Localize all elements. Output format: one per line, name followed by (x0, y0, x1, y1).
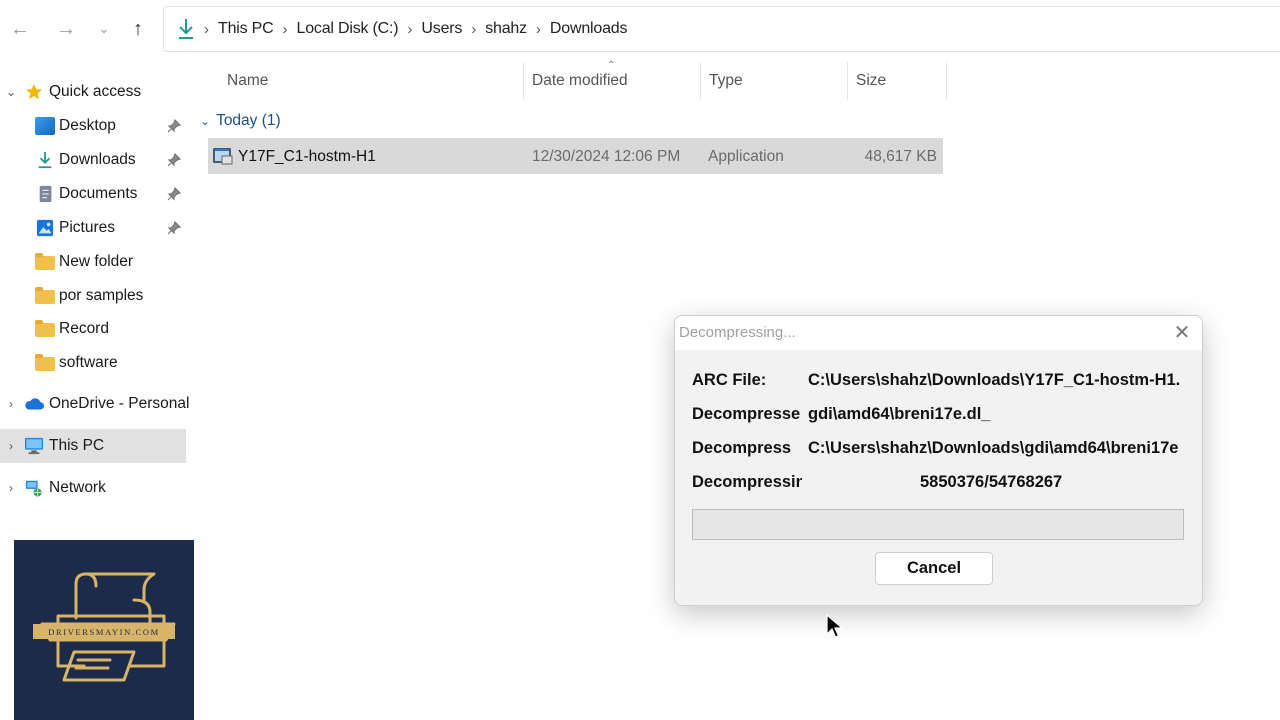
chevron-down-icon: ⌄ (98, 21, 110, 36)
arrow-left-icon: ← (10, 17, 30, 40)
sidebar-label: por samples (59, 287, 144, 304)
logo-text: DRIVERSMAYIN.COM (33, 624, 175, 639)
sidebar-label: Network (49, 479, 106, 496)
decompressing-label: Decompressing (692, 473, 802, 491)
dialog-title: Decompressing... (679, 324, 796, 341)
column-header-size[interactable]: Size (856, 62, 886, 100)
cancel-button[interactable]: Cancel (875, 552, 993, 585)
forward-button[interactable]: → (52, 14, 80, 44)
pin-icon[interactable] (166, 220, 182, 236)
recent-locations-button[interactable]: ⌄ (90, 14, 118, 44)
column-header-type[interactable]: Type (709, 62, 743, 100)
breadcrumb-user[interactable]: shahz (485, 20, 527, 38)
sidebar-item-onedrive[interactable]: › OneDrive - Personal (0, 387, 190, 421)
chevron-right-icon: › (9, 439, 13, 453)
sidebar-item-downloads[interactable]: Downloads (0, 143, 186, 177)
sidebar-label: Documents (59, 185, 138, 202)
address-bar[interactable]: › This PC › Local Disk (C:) › Users › sh… (163, 6, 1280, 52)
chevron-down-icon: ⌄ (5, 85, 17, 99)
folder-icon (35, 287, 55, 304)
column-divider[interactable] (523, 62, 524, 100)
arc-file-value: C:\Users\shahz\Downloads\Y17F_C1-hostm-H… (808, 371, 1181, 389)
sidebar-item-new-folder[interactable]: New folder (0, 245, 186, 279)
sidebar-label: software (59, 354, 118, 371)
sidebar-item-software[interactable]: software (0, 346, 186, 380)
group-header-today[interactable]: ⌄ Today (1) (200, 108, 281, 134)
breadcrumb-separator: › (471, 20, 477, 38)
progress-bar (692, 509, 1184, 540)
decompressed-value: gdi\amd64\breni17e.dl_ (808, 405, 991, 423)
pin-icon[interactable] (166, 118, 182, 134)
file-type: Application (708, 148, 784, 165)
column-header-date-modified[interactable]: Date modified (532, 62, 628, 100)
chevron-right-icon: › (9, 481, 13, 495)
file-name[interactable]: Y17F_C1-hostm-H1 (238, 148, 376, 166)
address-toolbar: ← → ⌄ ↑ › This PC › Local Disk (C:) › Us… (0, 0, 1280, 58)
computer-icon (25, 437, 43, 455)
sidebar-label: Pictures (59, 219, 115, 236)
sidebar-label: OneDrive - Personal (49, 395, 190, 412)
sidebar-label: Desktop (59, 117, 116, 134)
decompress-path-label: Decompress (692, 439, 792, 457)
breadcrumb-separator: › (407, 20, 413, 38)
breadcrumb-local-disk[interactable]: Local Disk (C:) (297, 20, 399, 38)
sidebar-item-desktop[interactable]: Desktop (0, 109, 186, 143)
decompressing-dialog: Decompressing... ✕ ARC File: C:\Users\sh… (674, 315, 1203, 606)
sidebar-item-this-pc[interactable]: › This PC (0, 429, 186, 463)
download-icon (38, 151, 52, 169)
download-icon (179, 19, 193, 39)
document-icon (39, 185, 52, 203)
breadcrumb-separator: › (204, 20, 209, 38)
sidebar-label: New folder (59, 253, 134, 270)
pictures-icon (36, 219, 54, 237)
group-label: Today (1) (216, 112, 281, 129)
star-icon (25, 83, 43, 100)
folder-icon (35, 320, 55, 337)
breadcrumb-separator: › (535, 20, 541, 38)
table-row[interactable]: Y17F_C1-hostm-H1 12/30/2024 12:06 PM App… (208, 138, 943, 174)
mouse-cursor-icon (826, 614, 844, 638)
sidebar-label: Record (59, 320, 109, 337)
sidebar-item-documents[interactable]: Documents (0, 177, 186, 211)
up-button[interactable]: ↑ (124, 14, 152, 44)
arc-file-label: ARC File: (692, 371, 767, 389)
pin-icon[interactable] (166, 186, 182, 202)
sidebar-item-network[interactable]: › Network (0, 471, 186, 505)
file-date: 12/30/2024 12:06 PM (532, 148, 681, 165)
close-icon[interactable]: ✕ (1171, 322, 1193, 344)
pin-icon[interactable] (166, 152, 182, 168)
folder-icon (35, 354, 55, 371)
watermark-logo: DRIVERSMAYIN.COM (14, 540, 194, 720)
sidebar-item-quick-access[interactable]: ⌄ Quick access (0, 75, 186, 109)
sidebar-label: Quick access (49, 83, 142, 100)
chevron-right-icon: › (9, 397, 13, 411)
folder-icon (35, 253, 55, 270)
dialog-titlebar[interactable]: Decompressing... ✕ (675, 316, 1202, 350)
arrow-up-icon: ↑ (133, 17, 143, 40)
cloud-icon (25, 398, 44, 410)
column-header-name[interactable]: Name (227, 62, 268, 100)
breadcrumb-this-pc[interactable]: This PC (218, 20, 274, 38)
chevron-down-icon: ⌄ (200, 114, 211, 128)
decompressing-count: 5850376/54768267 (920, 473, 1063, 491)
back-button[interactable]: ← (6, 14, 34, 44)
arrow-right-icon: → (56, 17, 76, 40)
breadcrumb-users[interactable]: Users (421, 20, 462, 38)
decompress-path-value: C:\Users\shahz\Downloads\gdi\amd64\breni… (808, 439, 1179, 457)
file-size: 48,617 KB (864, 148, 937, 165)
column-divider[interactable] (847, 62, 848, 100)
column-divider[interactable] (946, 62, 947, 100)
breadcrumb-downloads[interactable]: Downloads (550, 20, 628, 38)
sidebar-item-por-samples[interactable]: por samples (0, 279, 186, 313)
network-icon (25, 480, 42, 497)
sidebar-label: Downloads (59, 151, 136, 168)
column-divider[interactable] (700, 62, 701, 100)
application-icon (213, 148, 233, 165)
sidebar-label: This PC (49, 437, 105, 454)
breadcrumb-separator: › (282, 20, 288, 38)
desktop-icon (35, 117, 55, 135)
sidebar-item-record[interactable]: Record (0, 312, 186, 346)
sidebar-item-pictures[interactable]: Pictures (0, 211, 186, 245)
decompressed-label: Decompressed (692, 405, 800, 423)
